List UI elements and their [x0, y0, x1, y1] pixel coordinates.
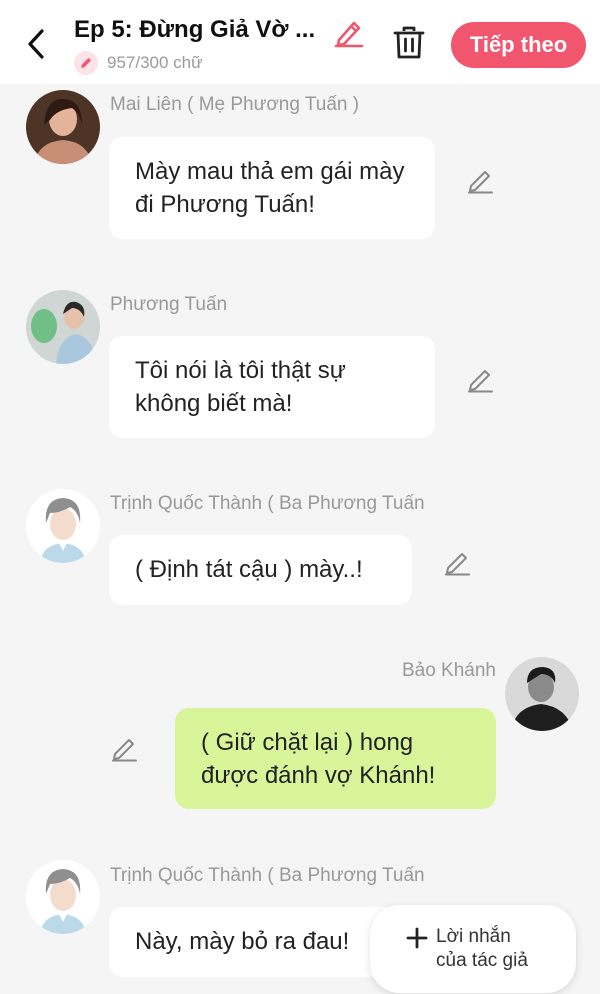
speaker-name: Bảo Khánh	[401, 660, 496, 681]
avatar[interactable]	[26, 290, 100, 364]
author-note-label: Lời nhắn của tác giả	[436, 926, 528, 971]
edit-message-pencil-icon[interactable]	[466, 364, 496, 394]
character-count-row: 957/300 chữ	[74, 51, 203, 75]
back-arrow-icon[interactable]	[22, 27, 52, 61]
edit-message-pencil-icon[interactable]	[110, 733, 140, 763]
edit-title-pencil-icon[interactable]	[333, 18, 365, 48]
message-bubble[interactable]: ( Định tát cậu ) mày..!	[109, 535, 412, 605]
message-bubble[interactable]: Này, mày bỏ ra đau!	[109, 907, 399, 977]
avatar[interactable]	[505, 657, 579, 731]
avatar[interactable]	[26, 489, 100, 563]
top-bar: Ep 5: Đừng Giả Vờ ... 957/300 chữ Tiếp t…	[0, 0, 600, 84]
edit-message-pencil-icon[interactable]	[443, 547, 473, 577]
speaker-name: Trịnh Quốc Thành ( Ba Phương Tuấn	[110, 865, 425, 886]
character-count: 957/300 chữ	[107, 53, 203, 72]
message-bubble[interactable]: Mày mau thả em gái mày đi Phương Tuấn!	[109, 137, 435, 239]
speaker-name: Mai Liên ( Mẹ Phương Tuấn )	[110, 94, 360, 115]
speaker-name: Trịnh Quốc Thành ( Ba Phương Tuấn	[110, 493, 425, 514]
speaker-name: Phương Tuấn	[110, 294, 228, 315]
pencil-badge-icon	[74, 51, 98, 75]
avatar[interactable]	[26, 860, 100, 934]
trash-icon[interactable]	[392, 25, 426, 61]
message-bubble[interactable]: ( Giữ chặt lại ) hong được đánh vợ Khánh…	[175, 708, 496, 809]
edit-message-pencil-icon[interactable]	[466, 165, 496, 195]
plus-icon	[406, 927, 428, 949]
next-button[interactable]: Tiếp theo	[451, 22, 586, 68]
episode-title: Ep 5: Đừng Giả Vờ ...	[74, 16, 316, 43]
author-note-button[interactable]: Lời nhắn của tác giả	[370, 905, 576, 993]
avatar[interactable]	[26, 90, 100, 164]
message-bubble[interactable]: Tôi nói là tôi thật sự không biết mà!	[109, 336, 435, 438]
